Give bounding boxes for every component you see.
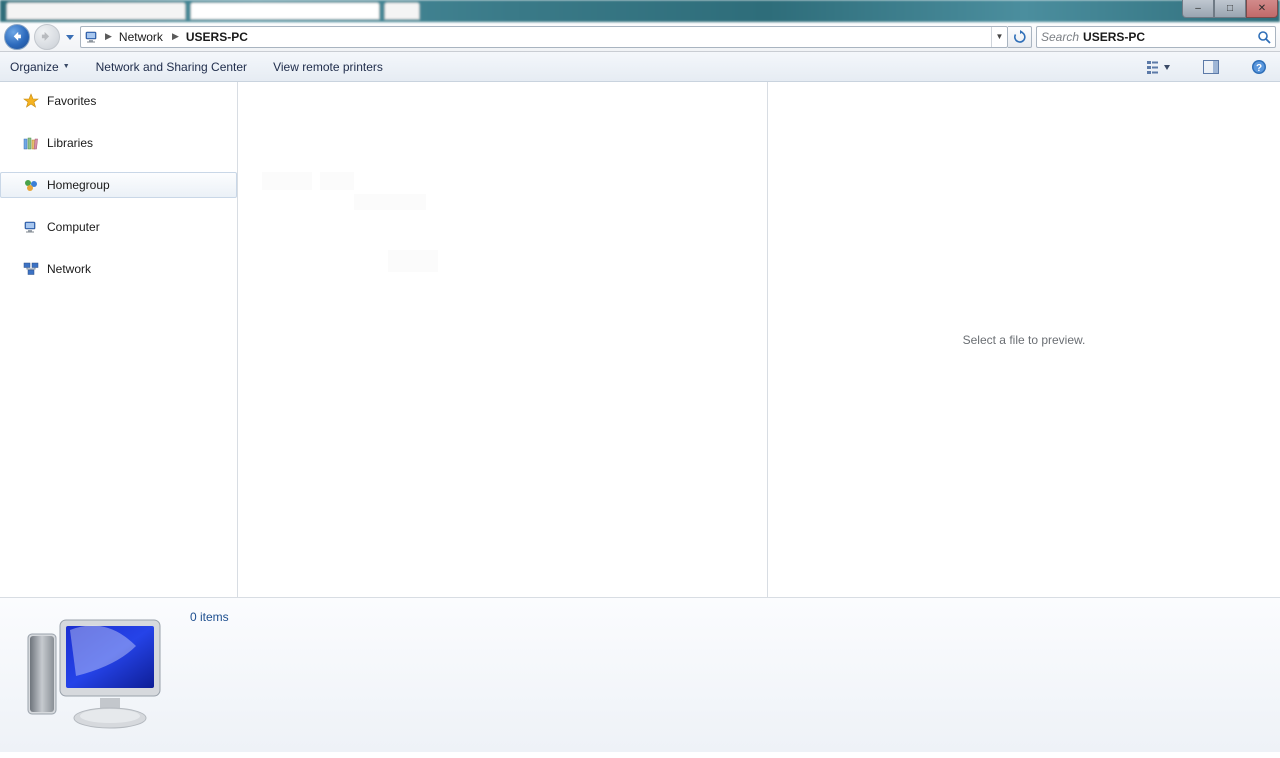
libraries-icon bbox=[23, 135, 39, 151]
details-item-count: 0 items bbox=[190, 606, 229, 624]
view-options-button[interactable] bbox=[1144, 56, 1174, 78]
breadcrumb-separator-icon: ▶ bbox=[103, 27, 115, 47]
browser-tab-new[interactable] bbox=[384, 2, 420, 20]
search-query: USERS-PC bbox=[1083, 30, 1145, 44]
sidebar-item-label: Network bbox=[47, 262, 91, 276]
computer-icon bbox=[81, 29, 103, 45]
details-pane: 0 items bbox=[0, 598, 1280, 752]
browser-tabstrip bbox=[0, 0, 1280, 22]
command-bar: Organize ▼ Network and Sharing Center Vi… bbox=[0, 52, 1280, 82]
sidebar-item-label: Homegroup bbox=[47, 178, 110, 192]
sidebar-item-label: Libraries bbox=[47, 136, 93, 150]
breadcrumb-network[interactable]: Network bbox=[115, 27, 170, 47]
organize-label: Organize bbox=[10, 60, 59, 74]
preview-pane: Select a file to preview. bbox=[768, 82, 1280, 597]
recent-pages-dropdown[interactable] bbox=[64, 24, 76, 50]
search-icon bbox=[1257, 30, 1271, 44]
breadcrumb-separator-icon: ▶ bbox=[170, 27, 182, 47]
organize-menu[interactable]: Organize ▼ bbox=[10, 60, 70, 74]
forward-button[interactable] bbox=[34, 24, 60, 50]
ghost-block bbox=[354, 194, 426, 210]
ghost-block bbox=[320, 172, 354, 190]
view-remote-printers-button[interactable]: View remote printers bbox=[273, 60, 383, 74]
address-dropdown[interactable]: ▼ bbox=[991, 27, 1007, 47]
sidebar-item-computer[interactable]: Computer bbox=[0, 214, 237, 240]
sidebar-item-label: Computer bbox=[47, 220, 100, 234]
sidebar-item-label: Favorites bbox=[47, 94, 96, 108]
sidebar-item-homegroup[interactable]: Homegroup bbox=[0, 172, 237, 198]
svg-text:?: ? bbox=[1256, 63, 1262, 74]
chevron-down-icon: ▼ bbox=[63, 63, 70, 70]
network-icon bbox=[23, 261, 39, 277]
navigation-pane: Favorites Libraries Homeg bbox=[0, 82, 238, 597]
window-minimize-button[interactable]: – bbox=[1182, 0, 1214, 18]
sidebar-item-network[interactable]: Network bbox=[0, 256, 237, 282]
window-controls: – □ ✕ bbox=[1182, 0, 1278, 18]
computer-large-icon bbox=[16, 606, 166, 736]
work-area: Favorites Libraries Homeg bbox=[0, 82, 1280, 598]
refresh-button[interactable] bbox=[1008, 26, 1032, 48]
ghost-block bbox=[388, 250, 438, 272]
window-maximize-button[interactable]: □ bbox=[1214, 0, 1246, 18]
computer-icon bbox=[23, 219, 39, 235]
window-close-button[interactable]: ✕ bbox=[1246, 0, 1278, 18]
preview-empty-text: Select a file to preview. bbox=[963, 333, 1086, 347]
browser-tab-inactive[interactable] bbox=[6, 2, 186, 20]
ghost-block bbox=[262, 172, 312, 190]
homegroup-icon bbox=[23, 177, 39, 193]
browser-tab-active[interactable] bbox=[190, 2, 380, 20]
star-icon bbox=[23, 93, 39, 109]
breadcrumb-users-pc[interactable]: USERS-PC bbox=[182, 27, 255, 47]
sidebar-item-libraries[interactable]: Libraries bbox=[0, 130, 237, 156]
address-bar[interactable]: ▶ Network ▶ USERS-PC ▼ bbox=[80, 26, 1008, 48]
help-button[interactable]: ? bbox=[1248, 56, 1270, 78]
view-remote-printers-label: View remote printers bbox=[273, 60, 383, 74]
navigation-bar: ▶ Network ▶ USERS-PC ▼ Search USERS-PC bbox=[0, 22, 1280, 52]
search-placeholder: Search bbox=[1041, 30, 1079, 44]
search-box[interactable]: Search USERS-PC bbox=[1036, 26, 1276, 48]
sidebar-item-favorites[interactable]: Favorites bbox=[0, 88, 237, 114]
back-button[interactable] bbox=[4, 24, 30, 50]
network-sharing-center-label: Network and Sharing Center bbox=[96, 60, 247, 74]
network-sharing-center-button[interactable]: Network and Sharing Center bbox=[96, 60, 247, 74]
preview-pane-toggle[interactable] bbox=[1200, 56, 1222, 78]
file-list-area[interactable] bbox=[238, 82, 768, 597]
